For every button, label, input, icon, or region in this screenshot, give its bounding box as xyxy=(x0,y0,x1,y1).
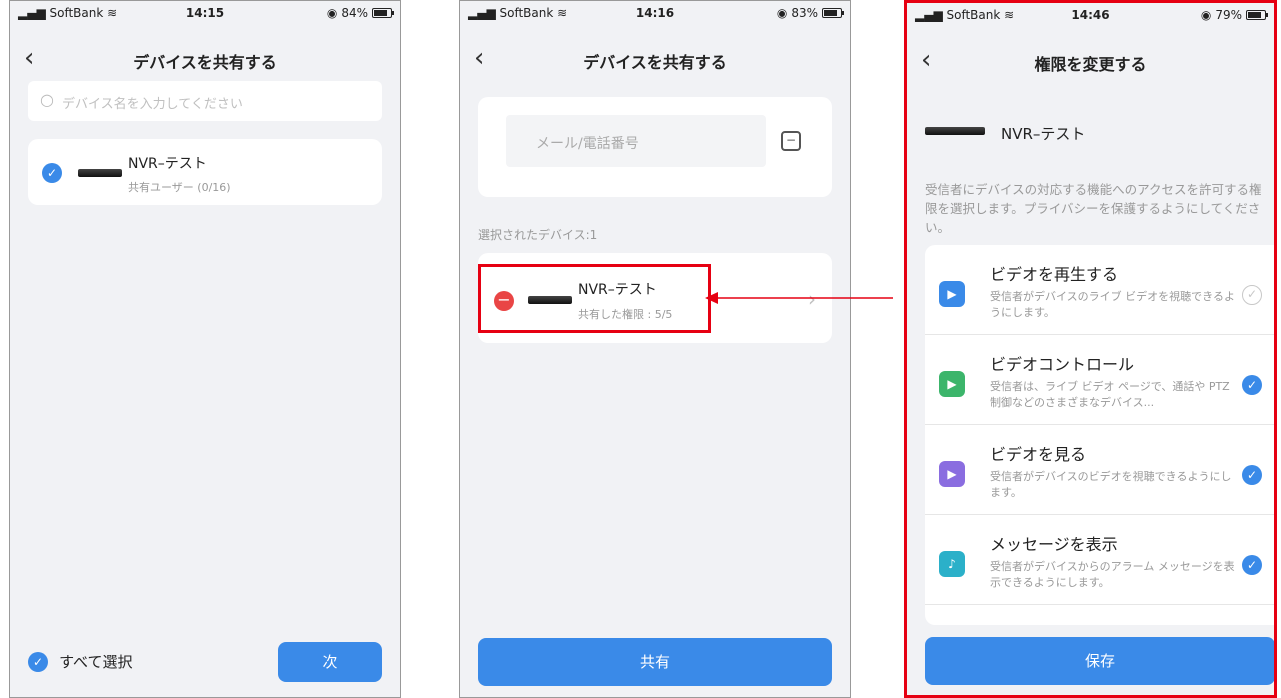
save-button[interactable]: 保存 xyxy=(925,637,1274,685)
video-control-icon: ▶ xyxy=(939,371,965,397)
search-icon: ○ xyxy=(40,90,54,109)
highlight-box xyxy=(478,264,711,333)
checked-icon[interactable]: ✓ xyxy=(1242,555,1262,575)
nvr-device-icon xyxy=(925,127,985,135)
connector-arrow xyxy=(705,292,893,304)
permission-item[interactable]: ▶ ビデオを再生する 受信者がデバイスのライブ ビデオを視聴できるようにします。… xyxy=(925,245,1274,335)
permission-title: ビデオコントロール xyxy=(990,355,1135,374)
page-title: 権限を変更する xyxy=(1034,55,1147,74)
nav-bar: ‹ デバイスを共有する xyxy=(10,41,400,77)
permission-item[interactable]: ♪ メッセージを表示 受信者がデバイスからのアラーム メッセージを表示できるよう… xyxy=(925,515,1274,605)
permission-desc: 受信者は、ライブ ビデオ ページで、通話や PTZ 制御などのさまざまなデバイス… xyxy=(990,380,1230,409)
permission-description: 受信者にデバイスの対応する機能へのアクセスを許可する権限を選択します。プライバシ… xyxy=(925,182,1262,235)
select-all-label: すべて選択 xyxy=(59,653,133,671)
battery-indicator: ◉ 79% xyxy=(1201,8,1268,22)
search-placeholder: デバイス名を入力してください xyxy=(62,97,243,112)
checked-icon[interactable]: ✓ xyxy=(1242,375,1262,395)
permission-item[interactable]: ▶ ビデオコントロール 受信者は、ライブ ビデオ ページで、通話や PTZ 制御… xyxy=(925,335,1274,425)
screen-change-permissions: ▂▄▆ SoftBank ≋ 14:46 ◉ 79% ‹ 権限を変更する NVR… xyxy=(904,0,1277,698)
device-name: NVR–テスト xyxy=(128,156,207,172)
screen-device-share-recipient: ▂▄▆ SoftBank ≋ 14:16 ◉ 83% ‹ デバイスを共有する メ… xyxy=(459,0,851,698)
permission-title: メッセージを表示 xyxy=(990,535,1118,554)
video-playback-icon: ▶ xyxy=(939,461,965,487)
checked-icon: ✓ xyxy=(28,651,48,672)
permission-title: ビデオを見る xyxy=(990,445,1087,464)
page-title: デバイスを共有する xyxy=(583,53,727,72)
screen-device-share-select: ▂▄▆ SoftBank ≋ 14:15 ◉ 84% ‹ デバイスを共有する ○… xyxy=(9,0,401,698)
status-bar: ▂▄▆ SoftBank ≋ 14:16 ◉ 83% xyxy=(460,1,850,23)
scan-qr-icon[interactable]: − xyxy=(781,131,801,151)
battery-indicator: ◉ 83% xyxy=(777,6,844,20)
nav-bar: ‹ 権限を変更する xyxy=(907,43,1274,79)
share-button[interactable]: 共有 xyxy=(478,638,832,686)
page-title: デバイスを共有する xyxy=(133,53,277,72)
input-placeholder: メール/電話番号 xyxy=(536,136,639,152)
checked-icon[interactable]: ✓ xyxy=(42,163,62,183)
permission-title: ビデオを再生する xyxy=(990,265,1119,284)
device-list-item[interactable]: ✓ NVR–テスト 共有ユーザー (0/16) xyxy=(28,139,382,205)
device-share-count: 共有ユーザー (0/16) xyxy=(128,181,231,194)
battery-indicator: ◉ 84% xyxy=(327,6,394,20)
permission-desc: 受信者がデバイスのビデオを視聴できるようにします。 xyxy=(990,470,1232,499)
nvr-device-icon xyxy=(78,169,122,177)
play-icon: ▶ xyxy=(939,281,965,307)
recipient-card: メール/電話番号 − xyxy=(478,97,832,197)
status-bar: ▂▄▆ SoftBank ≋ 14:46 ◉ 79% xyxy=(907,3,1274,25)
next-button[interactable]: 次 xyxy=(278,642,382,682)
select-all-toggle[interactable]: ✓ すべて選択 xyxy=(28,651,132,672)
bell-icon: ♪ xyxy=(939,551,965,577)
permission-list: ▶ ビデオを再生する 受信者がデバイスのライブ ビデオを視聴できるようにします。… xyxy=(925,245,1274,625)
permission-desc: 受信者がデバイスからのアラーム メッセージを表示できるようにします。 xyxy=(990,560,1235,589)
checked-icon[interactable]: ✓ xyxy=(1242,465,1262,485)
selected-devices-label: 選択されたデバイス:1 xyxy=(478,228,598,242)
email-phone-input[interactable]: メール/電話番号 xyxy=(506,115,766,167)
status-bar: ▂▄▆ SoftBank ≋ 14:15 ◉ 84% xyxy=(10,1,400,23)
permission-item[interactable]: ▶ ビデオを見る 受信者がデバイスのビデオを視聴できるようにします。 ✓ xyxy=(925,425,1274,515)
permission-desc: 受信者がデバイスのライブ ビデオを視聴できるようにします。 xyxy=(990,290,1235,319)
search-input[interactable]: ○ デバイス名を入力してください xyxy=(28,81,382,121)
check-icon[interactable]: ✓ xyxy=(1242,285,1262,305)
device-name: NVR–テスト xyxy=(1001,125,1086,143)
nav-bar: ‹ デバイスを共有する xyxy=(460,41,850,77)
